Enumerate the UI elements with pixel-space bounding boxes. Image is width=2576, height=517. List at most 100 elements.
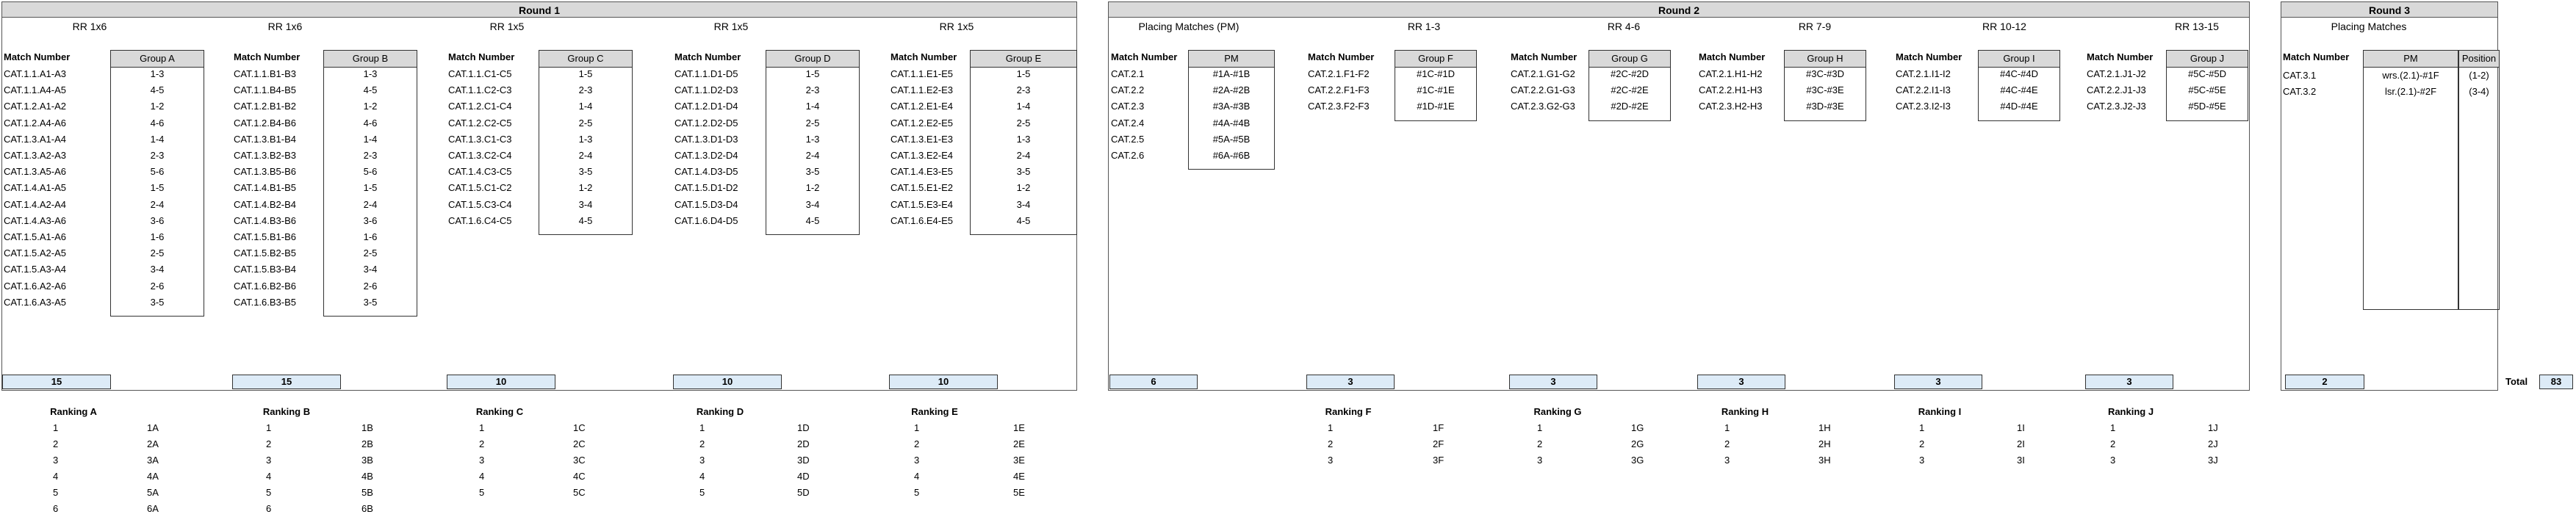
match-header-d: Match Number [674, 51, 741, 62]
match-cell: CAT.1.6.A3-A5 [4, 296, 67, 308]
match-cell: CAT.1.4.A1-A5 [4, 182, 67, 194]
pair-cell: 2-3 [1016, 84, 1031, 96]
pair-cell: 4-5 [1016, 214, 1031, 226]
pair-cell: 3-4 [150, 264, 165, 275]
ranking-position: 1 [1919, 422, 1925, 433]
ranking-position: 2 [1328, 438, 1334, 449]
pair-cell: 1-2 [363, 101, 378, 112]
pair-cell: 3-6 [150, 214, 165, 226]
total-badge-pm: 6 [1109, 375, 1198, 389]
pair-cell: 2-5 [578, 117, 593, 129]
ranking-position: 5 [914, 487, 920, 498]
ranking-position: 1 [1328, 422, 1334, 433]
ranking-position: 1 [266, 422, 272, 433]
subtitle-e: RR 1x5 [939, 21, 974, 32]
ranking-position: 2 [914, 438, 920, 449]
ranking-code: 4B [361, 471, 373, 482]
match-cell: CAT.1.6.B2-B6 [234, 280, 297, 292]
ranking-code: 2B [361, 438, 373, 449]
pair-cell: 1-6 [363, 231, 378, 242]
match-cell: CAT.2.2.H1-H3 [1699, 84, 1763, 96]
ranking-code: 1F [1433, 422, 1444, 433]
pair-cell: 2-4 [150, 198, 165, 210]
group-header-h: Group H [1785, 51, 1866, 68]
pair-cell: 1-3 [150, 68, 165, 79]
match-cell: CAT.2.3.J2-J3 [2087, 101, 2146, 112]
pair-cell: #1D-#1E [1417, 101, 1455, 112]
round3-header: Round 3 [2281, 1, 2498, 18]
match-cell: CAT.1.5.B3-B4 [234, 264, 297, 275]
match-cell: CAT.2.6 [1111, 150, 1145, 161]
match-cell: CAT.1.4.C3-C5 [448, 166, 512, 178]
ranking-position: 6 [266, 503, 272, 514]
pair-cell: 3-4 [363, 264, 378, 275]
match-cell: CAT.1.3.E2-E4 [891, 150, 954, 161]
round3-match-header: Match Number [2283, 51, 2350, 62]
match-header-e: Match Number [891, 51, 957, 62]
ranking-position: 2 [1919, 438, 1925, 449]
ranking-code: 2F [1433, 438, 1444, 449]
total-badge-i: 3 [1894, 375, 1982, 389]
pair-cell: 1-5 [363, 182, 378, 194]
ranking-code: 2C [573, 438, 586, 449]
match-cell: CAT.1.2.D2-D5 [674, 117, 738, 129]
match-header-f: Match Number [1308, 51, 1375, 62]
ranking-position: 3 [1328, 455, 1334, 466]
ranking-title-j: Ranking J [2107, 406, 2154, 417]
pair-cell: #5A-#5B [1212, 133, 1251, 145]
pair-cell: 1-4 [1016, 101, 1031, 112]
group-header-i: Group I [1979, 51, 2059, 68]
ranking-code: 4E [1013, 471, 1025, 482]
match-cell: CAT.1.4.B3-B6 [234, 214, 297, 226]
ranking-code: 1H [1818, 422, 1831, 433]
subtitle-a: RR 1x6 [72, 21, 107, 32]
match-cell: CAT.1.5.D3-D4 [674, 198, 738, 210]
round3-total-badge: 2 [2285, 375, 2364, 389]
ranking-code: 1A [147, 422, 159, 433]
match-cell: CAT.2.3.H2-H3 [1699, 101, 1763, 112]
round3-row-match: CAT.3.1 [2283, 70, 2317, 81]
match-cell: CAT.1.5.A3-A4 [4, 264, 67, 275]
pair-cell: 3-4 [1016, 198, 1031, 210]
match-cell: CAT.1.4.D3-D5 [674, 166, 738, 178]
match-cell: CAT.1.5.B1-B6 [234, 231, 297, 242]
pair-cell: #2A-#2B [1212, 84, 1251, 96]
match-cell: CAT.2.3.G2-G3 [1511, 101, 1575, 112]
group-header-e: Group E [971, 51, 1076, 68]
match-cell: CAT.1.2.A4-A6 [4, 117, 67, 129]
ranking-title-c: Ranking C [475, 406, 524, 417]
ranking-position: 2 [1537, 438, 1543, 449]
match-cell: CAT.2.1.J1-J2 [2087, 68, 2146, 79]
ranking-position: 3 [1919, 455, 1925, 466]
pair-cell: 2-3 [150, 150, 165, 161]
pair-cell: 4-5 [805, 214, 820, 226]
ranking-position: 5 [479, 487, 485, 498]
ranking-code: 3G [1631, 455, 1644, 466]
ranking-position: 1 [479, 422, 485, 433]
match-cell: CAT.1.1.A1-A3 [4, 68, 67, 79]
pair-cell: 4-6 [150, 117, 165, 129]
match-cell: CAT.2.3 [1111, 101, 1145, 112]
round1-header: Round 1 [1, 1, 1077, 18]
subtitle-b: RR 1x6 [267, 21, 303, 32]
ranking-code: 5B [361, 487, 373, 498]
pair-cell: 1-4 [805, 101, 820, 112]
match-cell: CAT.1.2.B1-B2 [234, 101, 297, 112]
ranking-position: 3 [53, 455, 59, 466]
pair-cell: 1-2 [578, 182, 593, 194]
group-header-b: Group B [324, 51, 417, 68]
pair-cell: #4D-#4E [2000, 101, 2038, 112]
ranking-code: 2H [1818, 438, 1831, 449]
pair-cell: #3D-#3E [1806, 101, 1844, 112]
ranking-title-i: Ranking I [1918, 406, 1962, 417]
group-header-f: Group F [1395, 51, 1476, 68]
match-cell: CAT.1.5.A2-A5 [4, 247, 67, 259]
match-header-a: Match Number [4, 51, 71, 62]
ranking-code: 3A [147, 455, 159, 466]
pair-cell: 2-6 [150, 280, 165, 292]
ranking-code: 4C [573, 471, 586, 482]
pair-cell: 3-5 [150, 296, 165, 308]
match-cell: CAT.1.3.B1-B4 [234, 133, 297, 145]
match-cell: CAT.2.1.I1-I2 [1896, 68, 1951, 79]
grand-total-value: 83 [2539, 375, 2573, 389]
